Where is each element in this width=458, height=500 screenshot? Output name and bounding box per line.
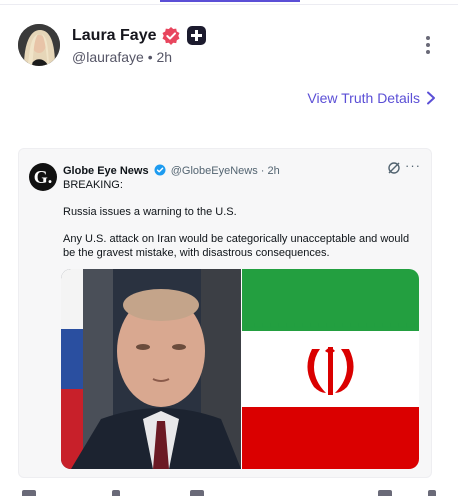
bookmark-icon[interactable] bbox=[378, 490, 392, 496]
chevron-right-icon bbox=[427, 91, 435, 105]
author-meta: @laurafaye • 2h bbox=[72, 49, 172, 65]
view-truth-details-label: View Truth Details bbox=[307, 90, 420, 106]
active-tab-indicator bbox=[160, 0, 300, 2]
tweet-line-statement: Any U.S. attack on Iran would be categor… bbox=[63, 233, 410, 259]
tweet-time: 2h bbox=[267, 165, 280, 177]
plus-badge-icon bbox=[187, 26, 206, 45]
tweet-author-name[interactable]: Globe Eye News bbox=[63, 165, 149, 177]
grok-icon[interactable] bbox=[387, 161, 401, 175]
more-vertical-icon[interactable] bbox=[420, 36, 436, 58]
tweet-line-breaking: BREAKING: bbox=[63, 179, 123, 191]
twitter-verified-icon bbox=[154, 164, 166, 176]
post-action-bar bbox=[0, 490, 458, 500]
tweet-image[interactable] bbox=[61, 269, 419, 469]
tweet-more-icon[interactable]: ··· bbox=[405, 158, 421, 173]
tweet-line-warning: Russia issues a warning to the U.S. bbox=[63, 206, 237, 218]
post-header: Laura Faye @laurafaye • 2h bbox=[18, 24, 438, 72]
portrait-photo bbox=[61, 269, 241, 469]
author-handle[interactable]: @laurafaye bbox=[72, 49, 144, 65]
meta-separator: • bbox=[147, 49, 153, 65]
divider bbox=[0, 4, 458, 5]
view-truth-details-link[interactable]: View Truth Details bbox=[307, 90, 436, 106]
tweet-separator: · bbox=[260, 165, 265, 177]
globe-eye-logo[interactable]: G. bbox=[29, 163, 57, 191]
share-icon[interactable] bbox=[428, 490, 436, 496]
tweet-handle[interactable]: @GlobeEyeNews bbox=[171, 165, 258, 177]
quoted-tweet-card[interactable]: G. Globe Eye News @GlobeEyeNews · 2h ···… bbox=[18, 148, 432, 478]
avatar[interactable] bbox=[18, 24, 60, 66]
like-icon[interactable] bbox=[190, 490, 204, 496]
logo-letter: G. bbox=[33, 167, 53, 187]
author-name[interactable]: Laura Faye bbox=[72, 27, 156, 45]
retruth-icon[interactable] bbox=[112, 490, 120, 496]
tweet-header: Globe Eye News @GlobeEyeNews · 2h bbox=[63, 164, 280, 177]
verified-badge-icon bbox=[161, 26, 181, 46]
reply-icon[interactable] bbox=[22, 490, 36, 496]
post-time: 2h bbox=[156, 49, 173, 65]
iran-flag-image bbox=[242, 269, 419, 469]
